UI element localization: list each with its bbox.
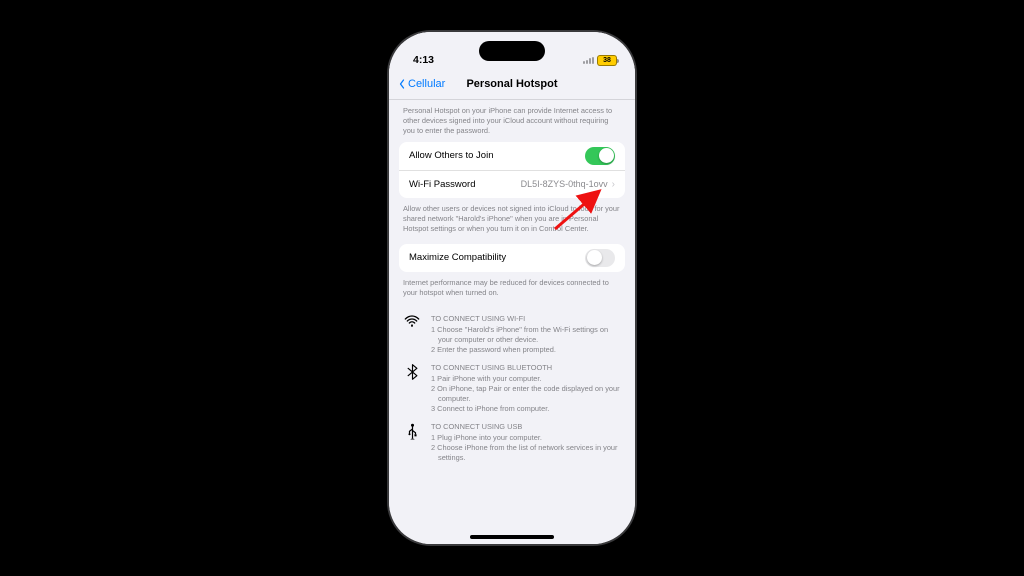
cellular-signal-icon <box>583 57 594 65</box>
wifi-password-value: DL5I-8ZYS-0thq-1ovv <box>521 179 608 189</box>
back-label: Cellular <box>408 78 445 90</box>
page-title: Personal Hotspot <box>466 78 557 90</box>
usb-inst-head: TO CONNECT USING USB <box>431 422 621 432</box>
usb-instructions: TO CONNECT USING USB 1 Plug iPhone into … <box>389 416 635 465</box>
compat-hint: Internet performance may be reduced for … <box>389 272 635 308</box>
bt-inst-2: 2 On iPhone, tap Pair or enter the code … <box>431 384 621 404</box>
maximize-compat-toggle[interactable] <box>585 249 615 267</box>
screen: 4:13 38 Cellular Personal Hotspot Person… <box>389 32 635 544</box>
maximize-compat-row[interactable]: Maximize Compatibility <box>399 244 625 272</box>
allow-others-label: Allow Others to Join <box>409 150 493 161</box>
bt-inst-head: TO CONNECT USING BLUETOOTH <box>431 363 621 373</box>
wifi-password-label: Wi-Fi Password <box>409 179 476 190</box>
compat-group: Maximize Compatibility <box>399 244 625 272</box>
allow-others-row[interactable]: Allow Others to Join <box>399 142 625 170</box>
wifi-instructions: TO CONNECT USING WI-FI 1 Choose "Harold'… <box>389 308 635 357</box>
bluetooth-instructions: TO CONNECT USING BLUETOOTH 1 Pair iPhone… <box>389 357 635 416</box>
allow-group: Allow Others to Join Wi-Fi Password DL5I… <box>399 142 625 198</box>
wifi-inst-2: 2 Enter the password when prompted. <box>431 345 621 355</box>
nav-bar: Cellular Personal Hotspot <box>389 68 635 100</box>
bt-inst-3: 3 Connect to iPhone from computer. <box>431 404 621 414</box>
iphone-frame: 4:13 38 Cellular Personal Hotspot Person… <box>389 32 635 544</box>
dynamic-island <box>479 41 545 61</box>
chevron-left-icon <box>397 79 407 89</box>
allow-others-toggle[interactable] <box>585 147 615 165</box>
usb-inst-2: 2 Choose iPhone from the list of network… <box>431 443 621 463</box>
status-time: 4:13 <box>413 54 434 66</box>
battery-icon: 38 <box>597 55 617 66</box>
bluetooth-icon <box>403 363 421 414</box>
intro-hint: Personal Hotspot on your iPhone can prov… <box>389 100 635 142</box>
chevron-right-icon: › <box>612 179 615 190</box>
bt-inst-1: 1 Pair iPhone with your computer. <box>431 374 621 384</box>
wifi-icon <box>403 314 421 355</box>
maximize-compat-label: Maximize Compatibility <box>409 252 506 263</box>
wifi-password-row[interactable]: Wi-Fi Password DL5I-8ZYS-0thq-1ovv › <box>399 170 625 198</box>
wifi-inst-head: TO CONNECT USING WI-FI <box>431 314 621 324</box>
back-button[interactable]: Cellular <box>397 78 445 90</box>
usb-inst-1: 1 Plug iPhone into your computer. <box>431 433 621 443</box>
content: Personal Hotspot on your iPhone can prov… <box>389 100 635 544</box>
home-indicator[interactable] <box>470 535 554 539</box>
usb-icon <box>403 422 421 463</box>
wifi-inst-1: 1 Choose "Harold's iPhone" from the Wi-F… <box>431 325 621 345</box>
allow-hint: Allow other users or devices not signed … <box>389 198 635 240</box>
